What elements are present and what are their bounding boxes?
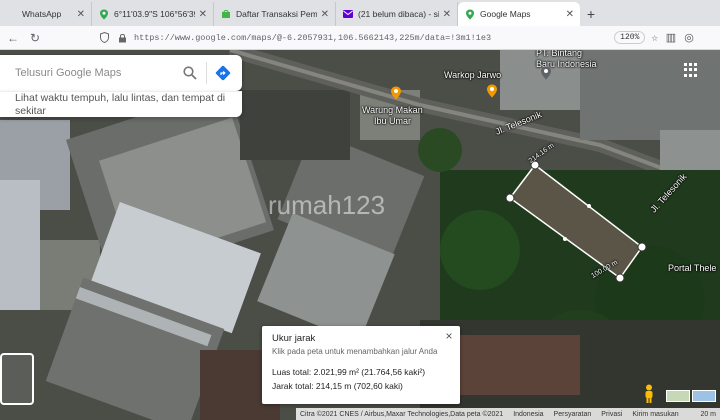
place-label[interactable]: Warung Makan: [362, 105, 423, 115]
mail-icon: [342, 9, 353, 20]
tab-label: 6°11'03.9"S 106°56'39.9"E - Goo: [114, 9, 195, 19]
tab-bar: WhatsApp ✕ 6°11'03.9"S 106°56'39.9"E - G…: [0, 0, 720, 26]
close-icon[interactable]: ✕: [321, 9, 329, 20]
reload-icon[interactable]: ↻: [24, 27, 46, 49]
place-label[interactable]: Portal Thele: [668, 263, 716, 273]
pegman-icon[interactable]: [642, 384, 656, 404]
map-canvas[interactable]: rumah123 PT. Bintang Baru Indonesia Wark…: [0, 50, 720, 420]
url-text: https://www.google.com/maps/@-6.2057931,…: [134, 32, 492, 43]
watermark: rumah123: [268, 190, 386, 220]
search-icon[interactable]: [179, 62, 201, 84]
tab-label: WhatsApp: [22, 9, 62, 19]
region-link[interactable]: Indonesia: [513, 411, 543, 418]
measure-distance: Jarak total: 214,15 m (702,60 kaki): [272, 381, 403, 391]
browser-toolbar: ← ↻ https://www.google.com/maps/@-6.2057…: [0, 26, 720, 50]
search-input[interactable]: Telusuri Google Maps: [15, 67, 179, 79]
feedback-link[interactable]: Kirim masukan: [632, 411, 678, 418]
close-icon[interactable]: ✕: [443, 9, 451, 20]
measure-area: Luas total: 2.021,99 m² (21.764,56 kaki²…: [272, 367, 426, 377]
measure-distance-card: Ukur jarak Klik pada peta untuk menambah…: [262, 326, 460, 404]
terrain-thumbnail[interactable]: [666, 390, 690, 402]
search-hint[interactable]: Lihat waktu tempuh, lalu lintas, dan tem…: [0, 91, 242, 117]
apps-grid-icon[interactable]: [684, 63, 698, 77]
zoom-indicator[interactable]: 120%: [614, 31, 646, 44]
new-tab-button[interactable]: +: [580, 2, 602, 26]
maps-pin-icon: [98, 9, 109, 20]
tab-label: Daftar Transaksi Pembelian | Tok: [236, 9, 317, 19]
address-bar[interactable]: https://www.google.com/maps/@-6.2057931,…: [98, 29, 658, 47]
whatsapp-icon: [6, 9, 17, 20]
business-pin-icon[interactable]: [540, 66, 552, 80]
measure-title: Ukur jarak: [272, 333, 316, 344]
privacy-link[interactable]: Privasi: [601, 411, 622, 418]
place-label[interactable]: PT. Bintang: [536, 50, 582, 58]
divider: [206, 62, 207, 84]
map-thumbnail[interactable]: [692, 390, 716, 402]
extension-icon[interactable]: ▥: [662, 29, 680, 47]
restaurant-pin-icon[interactable]: [390, 86, 402, 100]
bookmark-star-icon[interactable]: ☆: [651, 31, 658, 45]
tab-google-maps[interactable]: Google Maps ✕: [458, 2, 580, 26]
lock-icon: [116, 32, 128, 44]
tab-whatsapp[interactable]: WhatsApp ✕: [0, 2, 92, 26]
tab-mail[interactable]: (21 belum dibaca) - siaufen@yah ✕: [336, 2, 458, 26]
place-label[interactable]: Ibu Umar: [374, 116, 411, 126]
shop-icon: [220, 9, 231, 20]
search-box[interactable]: Telusuri Google Maps: [0, 55, 242, 91]
directions-icon[interactable]: [212, 62, 234, 84]
maps-pin-icon: [464, 9, 475, 20]
account-icon[interactable]: ◎: [680, 29, 698, 47]
attribution: Citra ©2021 CNES / Airbus,Maxar Technolo…: [300, 410, 504, 418]
tab-label: Google Maps: [480, 9, 531, 19]
imagery-thumbnails[interactable]: [666, 390, 716, 402]
tab-transactions[interactable]: Daftar Transaksi Pembelian | Tok ✕: [214, 2, 336, 26]
back-icon[interactable]: ←: [2, 27, 24, 49]
close-icon[interactable]: ✕: [199, 9, 207, 20]
tab-label: (21 belum dibaca) - siaufen@yah: [358, 9, 439, 19]
measure-subtitle: Klik pada peta untuk menambahkan jalur A…: [272, 347, 438, 356]
tab-coordinates[interactable]: 6°11'03.9"S 106°56'39.9"E - Goo ✕: [92, 2, 214, 26]
map-footer: Citra ©2021 CNES / Airbus,Maxar Technolo…: [296, 408, 720, 420]
close-icon[interactable]: ✕: [566, 9, 574, 20]
layer-toggle[interactable]: [0, 353, 34, 405]
shield-icon: [98, 32, 110, 44]
terms-link[interactable]: Persyaratan: [554, 411, 592, 418]
cafe-pin-icon[interactable]: [486, 84, 498, 98]
place-label[interactable]: Warkop Jarwo: [444, 70, 501, 80]
scale-bar[interactable]: 20 m: [700, 411, 716, 418]
close-icon[interactable]: ×: [443, 330, 455, 342]
close-icon[interactable]: ✕: [77, 9, 85, 20]
